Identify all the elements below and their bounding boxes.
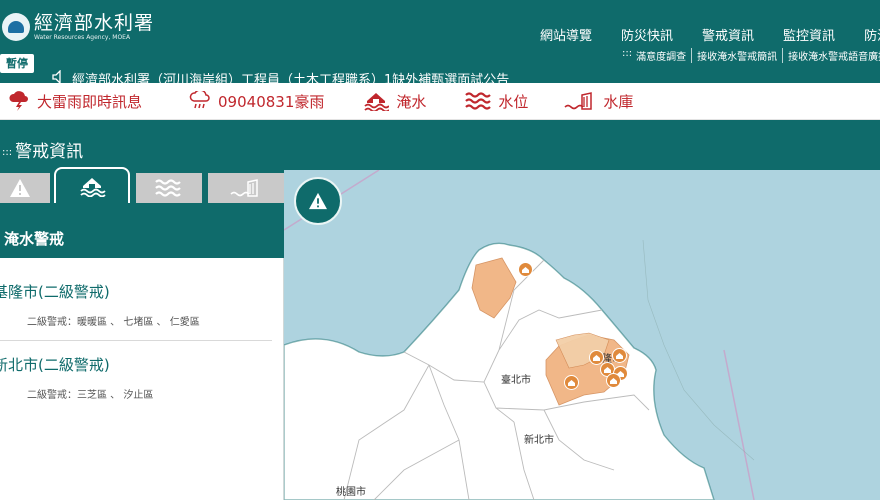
marquee-pause-button[interactable]: 暫停 xyxy=(0,54,34,73)
nav-disaster-news[interactable]: 防災快訊 xyxy=(621,25,673,44)
warning-area-item[interactable]: 新北市(二級警戒) 二級警戒：三芝區 、 汐止區 xyxy=(0,354,272,414)
subnav-marker: ::: xyxy=(622,48,633,59)
map-label-taipei: 臺北市 xyxy=(501,375,531,386)
warning-panel: 淹水警戒 基隆市(二級警戒) 二級警戒：暖暖區 、 七堵區 、 仁愛區 新北市(… xyxy=(0,167,284,500)
water-level-icon xyxy=(465,92,492,110)
logo-chinese-name: 經濟部水利署 xyxy=(34,12,155,34)
alert-reservoir[interactable]: 水庫 xyxy=(564,91,633,112)
flood-marker-pin[interactable] xyxy=(564,375,579,390)
water-level-icon xyxy=(155,179,181,197)
alert-label: 淹水 xyxy=(396,92,427,111)
agency-logo-icon xyxy=(2,13,30,41)
heavy-rain-icon xyxy=(189,91,210,109)
reservoir-icon xyxy=(564,92,593,110)
link-satisfaction-survey[interactable]: 滿意度調查 xyxy=(636,48,691,63)
tab-warning[interactable] xyxy=(0,173,50,203)
warning-area-item[interactable]: 基隆市(二級警戒) 二級警戒：暖暖區 、 七堵區 、 仁愛區 xyxy=(0,281,272,341)
map-canvas[interactable] xyxy=(284,170,880,500)
warning-button[interactable] xyxy=(294,177,342,225)
area-detail: 二級警戒：暖暖區 、 七堵區 、 仁愛區 xyxy=(27,317,200,328)
main-nav: 網站導覽 防災快訊 警戒資訊 監控資訊 防汛專 xyxy=(540,25,880,44)
nav-sitemap[interactable]: 網站導覽 xyxy=(540,25,592,44)
flood-icon xyxy=(364,93,390,111)
alert-flood[interactable]: 淹水 xyxy=(363,91,426,112)
alert-thunderstorm[interactable]: 大雷雨即時訊息 xyxy=(8,91,142,112)
tab-flood[interactable] xyxy=(54,167,130,203)
site-header: 經濟部水利署 Water Resources Agency, MOEA 網站導覽… xyxy=(0,0,880,88)
warning-icon xyxy=(309,192,327,210)
nav-warning-info[interactable]: 警戒資訊 xyxy=(702,25,754,44)
alert-label: 水位 xyxy=(498,92,529,111)
area-title: 新北市(二級警戒) xyxy=(0,356,110,374)
tab-reservoir[interactable] xyxy=(208,173,284,203)
alert-label: 大雷雨即時訊息 xyxy=(37,92,143,111)
alert-label: 水庫 xyxy=(603,92,634,111)
tab-water-level[interactable] xyxy=(136,173,202,203)
flood-marker-pin[interactable] xyxy=(518,262,533,277)
alert-label: 09040831豪雨 xyxy=(218,92,325,111)
reservoir-icon xyxy=(230,179,258,197)
area-title: 基隆市(二級警戒) xyxy=(0,283,110,301)
nav-flood-prevention[interactable]: 防汛專 xyxy=(864,25,880,44)
link-flood-voice[interactable]: 接收淹水警戒語音廣播 xyxy=(782,48,880,63)
warning-tabs xyxy=(0,167,284,203)
flood-marker-pin[interactable] xyxy=(612,348,627,363)
alert-bar: 大雷雨即時訊息 09040831豪雨 淹水 水位 水庫 xyxy=(0,83,880,120)
page-title: ::: 警戒資訊 xyxy=(2,137,83,162)
panel-heading: 淹水警戒 xyxy=(0,203,284,258)
site-logo[interactable]: 經濟部水利署 Water Resources Agency, MOEA xyxy=(2,12,154,42)
nav-monitoring-info[interactable]: 監控資訊 xyxy=(783,25,835,44)
warning-map[interactable]: 基隆市 臺北市 新北市 桃園市 xyxy=(284,170,880,500)
page-title-text: 警戒資訊 xyxy=(15,142,84,162)
link-flood-sms[interactable]: 接收淹水警戒簡訊 xyxy=(691,48,782,63)
title-marker: ::: xyxy=(2,146,13,158)
thunderstorm-icon xyxy=(9,91,28,111)
map-label-taoyuan: 桃園市 xyxy=(336,487,366,498)
flood-icon xyxy=(80,178,106,197)
flood-marker-pin[interactable] xyxy=(606,373,621,388)
alert-heavy-rain[interactable]: 09040831豪雨 xyxy=(189,91,324,112)
warning-icon xyxy=(10,179,30,197)
utility-nav: ::: 滿意度調查 接收淹水警戒簡訊 接收淹水警戒語音廣播 xyxy=(622,48,880,63)
section-band: ::: 警戒資訊 xyxy=(0,120,880,170)
logo-english-name: Water Resources Agency, MOEA xyxy=(34,34,131,41)
alert-water-level[interactable]: 水位 xyxy=(465,91,528,112)
map-label-new-taipei: 新北市 xyxy=(524,435,554,446)
area-detail: 二級警戒：三芝區 、 汐止區 xyxy=(27,390,154,401)
